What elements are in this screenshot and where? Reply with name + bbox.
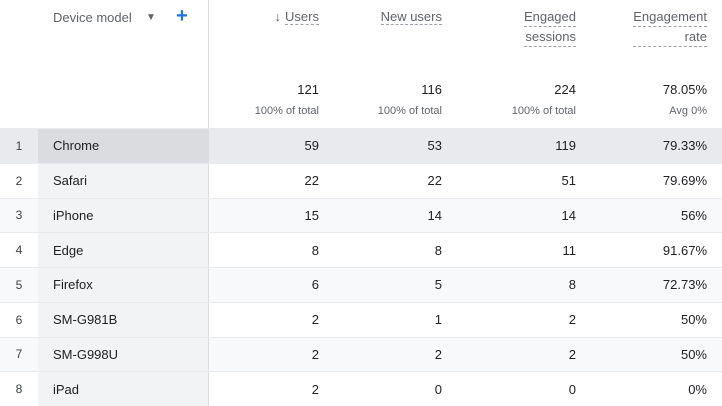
table-header: Device model ▼ + ↓ Users 121 100% of tota… bbox=[0, 0, 722, 128]
metric-title[interactable]: Engagement rate bbox=[633, 7, 707, 47]
engagement-rate-cell: 72.73% bbox=[662, 277, 707, 293]
metric-header-new-users[interactable]: New users 116 100% of total bbox=[319, 0, 442, 128]
users-cell: 6 bbox=[311, 277, 319, 293]
table-row[interactable]: 7 SM-G998U 2 2 2 50% bbox=[0, 336, 722, 372]
row-index: 7 bbox=[15, 347, 23, 362]
row-index: 5 bbox=[15, 277, 23, 292]
engaged-sessions-cell: 51 bbox=[561, 173, 576, 189]
metric-header-engaged-sessions[interactable]: Engaged sessions 224 100% of total bbox=[442, 0, 576, 128]
table-row[interactable]: 4 Edge 8 8 11 91.67% bbox=[0, 232, 722, 267]
table-row[interactable]: 1 Chrome 59 53 119 79.33% bbox=[0, 128, 722, 163]
engaged-sessions-cell: 2 bbox=[568, 346, 576, 362]
engagement-rate-cell: 50% bbox=[680, 346, 707, 362]
device-model-cell[interactable]: Chrome bbox=[38, 129, 209, 163]
arrow-down-icon: ↓ bbox=[274, 9, 282, 24]
new-users-cell: 1 bbox=[434, 312, 442, 328]
metric-percent-of-total: 100% of total bbox=[511, 105, 576, 117]
table-body: 1 Chrome 59 53 119 79.33% 2 Safari 22 22… bbox=[0, 128, 722, 406]
metric-header-users[interactable]: ↓ Users 121 100% of total bbox=[209, 0, 319, 128]
row-index: 1 bbox=[15, 138, 23, 153]
new-users-cell: 2 bbox=[434, 346, 442, 362]
engaged-sessions-cell: 2 bbox=[568, 312, 576, 328]
users-cell: 2 bbox=[311, 312, 319, 328]
row-index: 2 bbox=[15, 173, 23, 188]
users-cell: 8 bbox=[311, 242, 319, 258]
engagement-rate-cell: 91.67% bbox=[662, 242, 707, 258]
row-index: 8 bbox=[15, 382, 23, 397]
engagement-rate-cell: 79.33% bbox=[662, 138, 707, 154]
engagement-rate-cell: 50% bbox=[680, 312, 707, 328]
users-cell: 15 bbox=[304, 207, 319, 223]
engaged-sessions-cell: 0 bbox=[568, 381, 576, 397]
device-model-cell[interactable]: Safari bbox=[38, 163, 209, 198]
table-row[interactable]: 6 SM-G981B 2 1 2 50% bbox=[0, 301, 722, 337]
metric-total: 78.05% bbox=[662, 82, 707, 97]
engaged-sessions-cell: 119 bbox=[555, 138, 576, 154]
new-users-cell: 0 bbox=[434, 381, 442, 397]
device-model-report-table: Device model ▼ + ↓ Users 121 100% of tota… bbox=[0, 0, 722, 406]
engagement-rate-cell: 79.69% bbox=[662, 173, 707, 189]
dimension-label: Device model bbox=[53, 10, 132, 25]
device-model-cell[interactable]: iPad bbox=[38, 372, 209, 406]
table-row[interactable]: 8 iPad 2 0 0 0% bbox=[0, 371, 722, 406]
device-model-cell[interactable]: iPhone bbox=[38, 198, 209, 233]
metric-title[interactable]: Engaged sessions bbox=[523, 7, 576, 47]
new-users-cell: 8 bbox=[434, 242, 442, 258]
new-users-cell: 14 bbox=[427, 207, 442, 223]
new-users-cell: 53 bbox=[427, 138, 442, 154]
plus-icon[interactable]: + bbox=[172, 4, 192, 28]
engaged-sessions-cell: 11 bbox=[562, 242, 577, 258]
table-row[interactable]: 2 Safari 22 22 51 79.69% bbox=[0, 162, 722, 198]
metric-percent-of-total: 100% of total bbox=[377, 105, 442, 117]
device-model-cell[interactable]: SM-G998U bbox=[38, 337, 209, 372]
device-model-cell[interactable]: Edge bbox=[38, 233, 209, 267]
new-users-cell: 22 bbox=[427, 173, 442, 189]
users-cell: 2 bbox=[311, 346, 319, 362]
device-model-cell[interactable]: SM-G981B bbox=[38, 302, 209, 337]
metric-percent-of-total: 100% of total bbox=[254, 105, 319, 117]
engaged-sessions-cell: 8 bbox=[568, 277, 576, 293]
metric-total: 121 bbox=[297, 82, 319, 97]
row-index: 6 bbox=[15, 312, 23, 327]
users-cell: 59 bbox=[304, 138, 319, 154]
engagement-rate-cell: 0% bbox=[688, 381, 707, 397]
users-cell: 22 bbox=[304, 173, 319, 189]
device-model-cell[interactable]: Firefox bbox=[38, 268, 209, 302]
metric-title[interactable]: ↓ Users bbox=[275, 7, 319, 26]
metric-total: 224 bbox=[554, 82, 576, 97]
row-index: 3 bbox=[15, 208, 23, 223]
table-row[interactable]: 5 Firefox 6 5 8 72.73% bbox=[0, 267, 722, 302]
metric-total: 116 bbox=[421, 82, 442, 97]
metric-header-engagement-rate[interactable]: Engagement rate 78.05% Avg 0% bbox=[576, 0, 707, 128]
engagement-rate-cell: 56% bbox=[680, 207, 707, 223]
dimension-column-header: Device model ▼ + bbox=[0, 0, 209, 128]
metric-average: Avg 0% bbox=[669, 105, 707, 117]
table-row[interactable]: 3 iPhone 15 14 14 56% bbox=[0, 197, 722, 233]
metric-title[interactable]: New users bbox=[380, 7, 442, 26]
users-cell: 2 bbox=[311, 381, 319, 397]
new-users-cell: 5 bbox=[434, 277, 442, 293]
caret-down-icon[interactable]: ▼ bbox=[144, 9, 158, 25]
row-index: 4 bbox=[15, 243, 23, 258]
engaged-sessions-cell: 14 bbox=[561, 207, 576, 223]
